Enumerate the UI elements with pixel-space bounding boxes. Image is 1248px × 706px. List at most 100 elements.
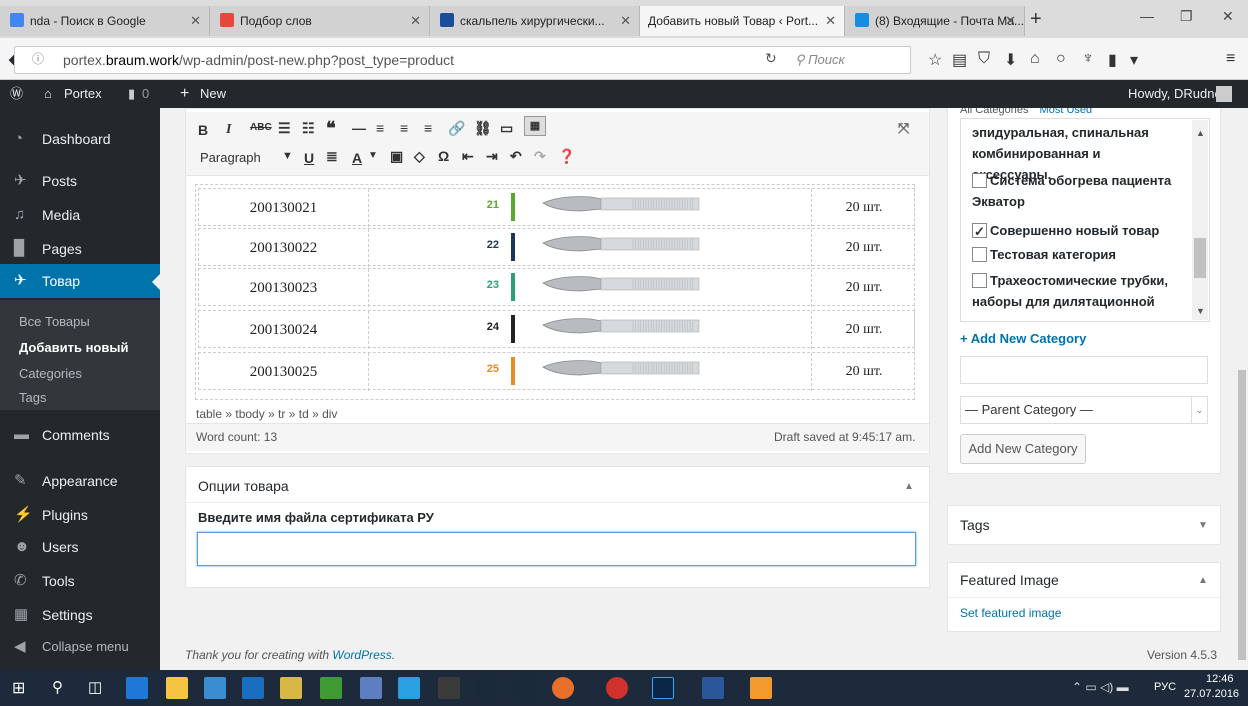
add-new-category-link[interactable]: + Add New Category xyxy=(960,331,1086,346)
site-name-link[interactable]: Portex xyxy=(64,80,102,108)
firefox-icon[interactable] xyxy=(552,677,574,699)
bold-icon[interactable]: B xyxy=(198,122,208,138)
bookmark-star-icon[interactable]: ☆ xyxy=(928,50,942,70)
tab-all-categories[interactable]: All Categories xyxy=(960,108,1028,116)
product-code[interactable]: 200130023 xyxy=(199,269,369,307)
align-center-icon[interactable]: ≡ xyxy=(400,120,408,136)
product-quantity[interactable]: 20 шт. xyxy=(812,269,916,307)
sidebar-item-tools[interactable]: ✆ Tools xyxy=(0,564,160,598)
format-select[interactable]: Paragraph xyxy=(200,150,261,165)
scrollbar-thumb[interactable] xyxy=(1194,238,1206,278)
special-char-icon[interactable]: Ω xyxy=(438,148,449,164)
product-image-cell[interactable]: 21 xyxy=(369,189,812,227)
clock-time[interactable]: 12:46 xyxy=(1206,673,1234,685)
quote-icon[interactable]: ❝ xyxy=(326,118,336,139)
category-checkbox[interactable] xyxy=(972,247,987,262)
category-item-heater[interactable]: Система обогрева пациента Экватор xyxy=(972,170,1182,212)
close-icon[interactable]: ✕ xyxy=(620,6,631,36)
sidebar-item-appearance[interactable]: ✎ Appearance xyxy=(0,464,160,498)
paste-text-icon[interactable]: ▣ xyxy=(390,148,403,165)
help-icon[interactable]: ❓ xyxy=(558,148,575,165)
edge-icon[interactable] xyxy=(126,677,148,699)
browser-tab-active[interactable]: Добавить новый Товар ‹ Port... ✕ xyxy=(640,6,845,36)
expand-arrow-icon[interactable]: ▼ xyxy=(1198,520,1208,531)
table-row[interactable]: 200130021 21 20 шт. xyxy=(198,188,915,227)
product-code[interactable]: 200130021 xyxy=(199,189,369,227)
product-quantity[interactable]: 20 шт. xyxy=(812,353,916,391)
close-icon[interactable]: ✕ xyxy=(410,6,421,36)
tab-most-used[interactable]: Most Used xyxy=(1040,108,1093,116)
home-icon[interactable]: ⌂ xyxy=(1030,50,1040,68)
product-quantity[interactable]: 20 шт. xyxy=(812,229,916,267)
collapse-arrow-icon[interactable]: ▲ xyxy=(1198,575,1208,586)
underline-icon[interactable]: U xyxy=(304,150,314,166)
numbered-list-icon[interactable]: ☷ xyxy=(302,120,315,137)
add-category-button[interactable]: Add New Category xyxy=(960,434,1086,464)
sidebar-item-dashboard[interactable]: ◔ Dashboard xyxy=(0,122,160,156)
browser-tab[interactable]: (8) Входящие - Почта Ма... ✕ xyxy=(845,6,1025,36)
strikethrough-icon[interactable]: ABC xyxy=(250,122,272,133)
justify-icon[interactable]: ≣ xyxy=(326,148,338,165)
new-tab-button[interactable]: + xyxy=(1030,6,1042,32)
creative-cloud-icon[interactable] xyxy=(606,677,628,699)
product-image-cell[interactable]: 24 xyxy=(369,311,812,349)
download-icon[interactable]: ⬇ xyxy=(1004,50,1017,70)
link-icon[interactable]: 🔗 xyxy=(448,120,465,137)
category-checkbox[interactable] xyxy=(972,173,987,188)
pocket-icon[interactable]: ⛉ xyxy=(978,50,990,68)
set-featured-image-link[interactable]: Set featured image xyxy=(960,606,1061,620)
product-code[interactable]: 200130025 xyxy=(199,353,369,391)
page-scrollbar-thumb[interactable] xyxy=(1238,370,1246,660)
chat-icon[interactable]: ○ xyxy=(1056,50,1066,68)
text-color-icon[interactable]: A xyxy=(352,150,362,166)
app-icon[interactable] xyxy=(514,677,536,699)
search-input[interactable]: ⚲ Поиск xyxy=(795,46,911,74)
table-row[interactable]: 200130025 25 20 шт. xyxy=(198,352,916,391)
search-icon[interactable]: ⚲ xyxy=(52,678,63,696)
app-icon[interactable] xyxy=(750,677,772,699)
italic-icon[interactable]: I xyxy=(226,122,231,138)
chevron-down-icon[interactable]: ▾ xyxy=(1130,50,1138,70)
fullscreen-icon[interactable]: ⤧ xyxy=(898,120,909,137)
addon-icon[interactable]: ♆ xyxy=(1082,50,1094,68)
avatar[interactable] xyxy=(1216,86,1232,102)
reload-icon[interactable]: ↻ xyxy=(765,50,777,67)
product-image-cell[interactable]: 23 xyxy=(369,269,812,307)
submenu-all-products[interactable]: Все Товары xyxy=(19,314,90,329)
close-icon[interactable]: ✕ xyxy=(825,6,836,36)
sidebar-icon[interactable]: ▮ xyxy=(1108,50,1117,70)
sidebar-item-comments[interactable]: ▬ Comments xyxy=(0,418,160,452)
align-right-icon[interactable]: ≡ xyxy=(424,120,432,136)
product-image-cell[interactable]: 25 xyxy=(369,353,812,391)
category-scrollbar[interactable] xyxy=(1192,120,1208,320)
outdent-icon[interactable]: ⇤ xyxy=(462,148,474,165)
category-item-tracheostomy[interactable]: Трахеостомические трубки, наборы для дил… xyxy=(972,270,1182,312)
wordpress-logo-icon[interactable]: Ⓦ xyxy=(10,80,23,108)
new-category-input[interactable] xyxy=(960,356,1208,384)
sidebar-item-plugins[interactable]: ⚡ Plugins xyxy=(0,498,160,532)
collapse-menu-button[interactable]: ◀ Collapse menu xyxy=(0,630,160,664)
explorer-icon[interactable] xyxy=(166,677,188,699)
scroll-down-icon[interactable]: ▼ xyxy=(1196,306,1205,316)
howdy-user[interactable]: Howdy, DRudnev xyxy=(1128,80,1228,108)
app-icon[interactable] xyxy=(438,677,460,699)
category-item-test[interactable]: Тестовая категория xyxy=(972,244,1182,265)
table-row[interactable]: 200130023 23 20 шт. xyxy=(198,268,916,307)
wordpress-link[interactable]: WordPress xyxy=(332,648,391,662)
clear-format-icon[interactable]: ◇ xyxy=(414,148,425,165)
unlink-icon[interactable]: ⛓ xyxy=(474,120,492,137)
category-item-new-product[interactable]: Совершенно новый товар xyxy=(972,220,1182,242)
product-quantity[interactable]: 20 шт. xyxy=(812,311,916,349)
maximize-icon[interactable]: ❐ xyxy=(1180,8,1193,25)
submenu-tags[interactable]: Tags xyxy=(19,390,46,405)
reader-icon[interactable]: ▤ xyxy=(952,50,967,70)
info-icon[interactable]: ⓘ xyxy=(32,50,44,67)
product-image-cell[interactable]: 22 xyxy=(369,229,812,267)
tray-icons[interactable]: ⌃ ▭ ◁) ▬ xyxy=(1072,680,1129,694)
comment-count[interactable]: 0 xyxy=(142,80,149,108)
featured-image-title[interactable]: Featured Image xyxy=(960,572,1059,588)
toolbar-toggle-icon[interactable]: ▦ xyxy=(524,116,546,136)
certificate-input[interactable] xyxy=(197,532,916,566)
browser-tab[interactable]: nda - Поиск в Google ✕ xyxy=(0,6,210,36)
sidebar-item-users[interactable]: ☻ Users xyxy=(0,530,160,564)
